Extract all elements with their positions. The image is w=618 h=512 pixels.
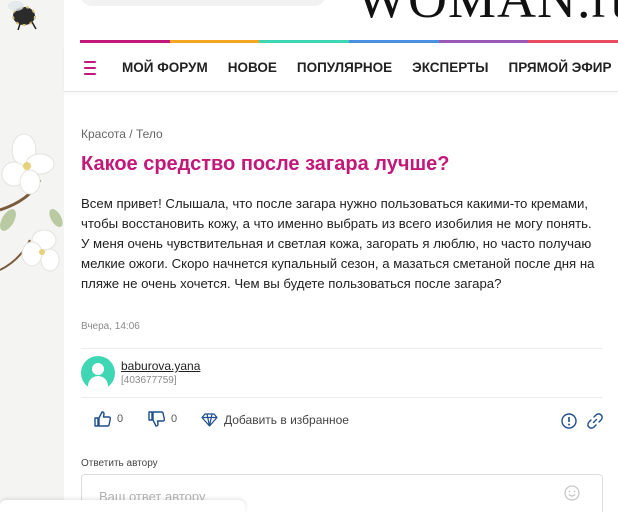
thumbs-down-icon [148, 411, 165, 427]
dislike-count: 0 [171, 413, 178, 425]
menu-icon[interactable] [84, 60, 96, 75]
nav-new[interactable]: НОВОЕ [228, 60, 277, 75]
post-body: Всем привет! Слышала, что после загара н… [81, 196, 595, 291]
header-search-bar[interactable] [80, 0, 326, 6]
report-icon[interactable] [561, 413, 577, 429]
nav-my-forum[interactable]: МОЙ ФОРУМ [122, 60, 208, 75]
breadcrumb-subcategory[interactable]: Тело [136, 127, 163, 141]
author-name-link[interactable]: baburova.yana [121, 359, 200, 373]
nav-live[interactable]: ПРЯМОЙ ЭФИР [509, 60, 612, 75]
site-logo[interactable]: WOMAN.ru [356, 0, 618, 30]
breadcrumb-separator: / [125, 127, 136, 141]
nav-popular[interactable]: ПОПУЛЯРНОЕ [297, 60, 392, 75]
post-actions: 0 0 Добавить в избранное [81, 405, 603, 435]
add-to-favorites-button[interactable]: Добавить в избранное [201, 413, 349, 427]
breadcrumb-category[interactable]: Красота [81, 127, 126, 141]
emoji-icon[interactable] [564, 485, 580, 501]
bee-icon [8, 1, 37, 30]
bottom-panel-edge [0, 500, 245, 512]
reply-label: Ответить автору [81, 458, 158, 469]
nav-experts[interactable]: ЭКСПЕРТЫ [412, 60, 488, 75]
add-to-favorites-label: Добавить в избранное [224, 413, 349, 427]
post-date: Вчера, 14:06 [81, 321, 140, 332]
thumbs-up-icon [94, 411, 111, 427]
link-icon[interactable] [587, 413, 603, 429]
diamond-icon [201, 413, 218, 427]
author-id: [403677759] [121, 375, 177, 386]
dislike-button[interactable]: 0 [148, 411, 177, 427]
breadcrumb: Красота / Тело [81, 127, 163, 141]
like-count: 0 [117, 413, 124, 425]
avatar[interactable] [81, 356, 115, 390]
decorative-background [0, 0, 64, 512]
post-title: Какое средство после загара лучше? [81, 153, 450, 175]
rainbow-divider [80, 40, 618, 43]
like-button[interactable]: 0 [94, 411, 123, 427]
post-tools [561, 413, 603, 429]
author-block: baburova.yana [403677759] [81, 348, 603, 398]
main-nav: МОЙ ФОРУМ НОВОЕ ПОПУЛЯРНОЕ ЭКСПЕРТЫ ПРЯМ… [64, 44, 618, 92]
flower-decoration-icon [0, 133, 63, 272]
